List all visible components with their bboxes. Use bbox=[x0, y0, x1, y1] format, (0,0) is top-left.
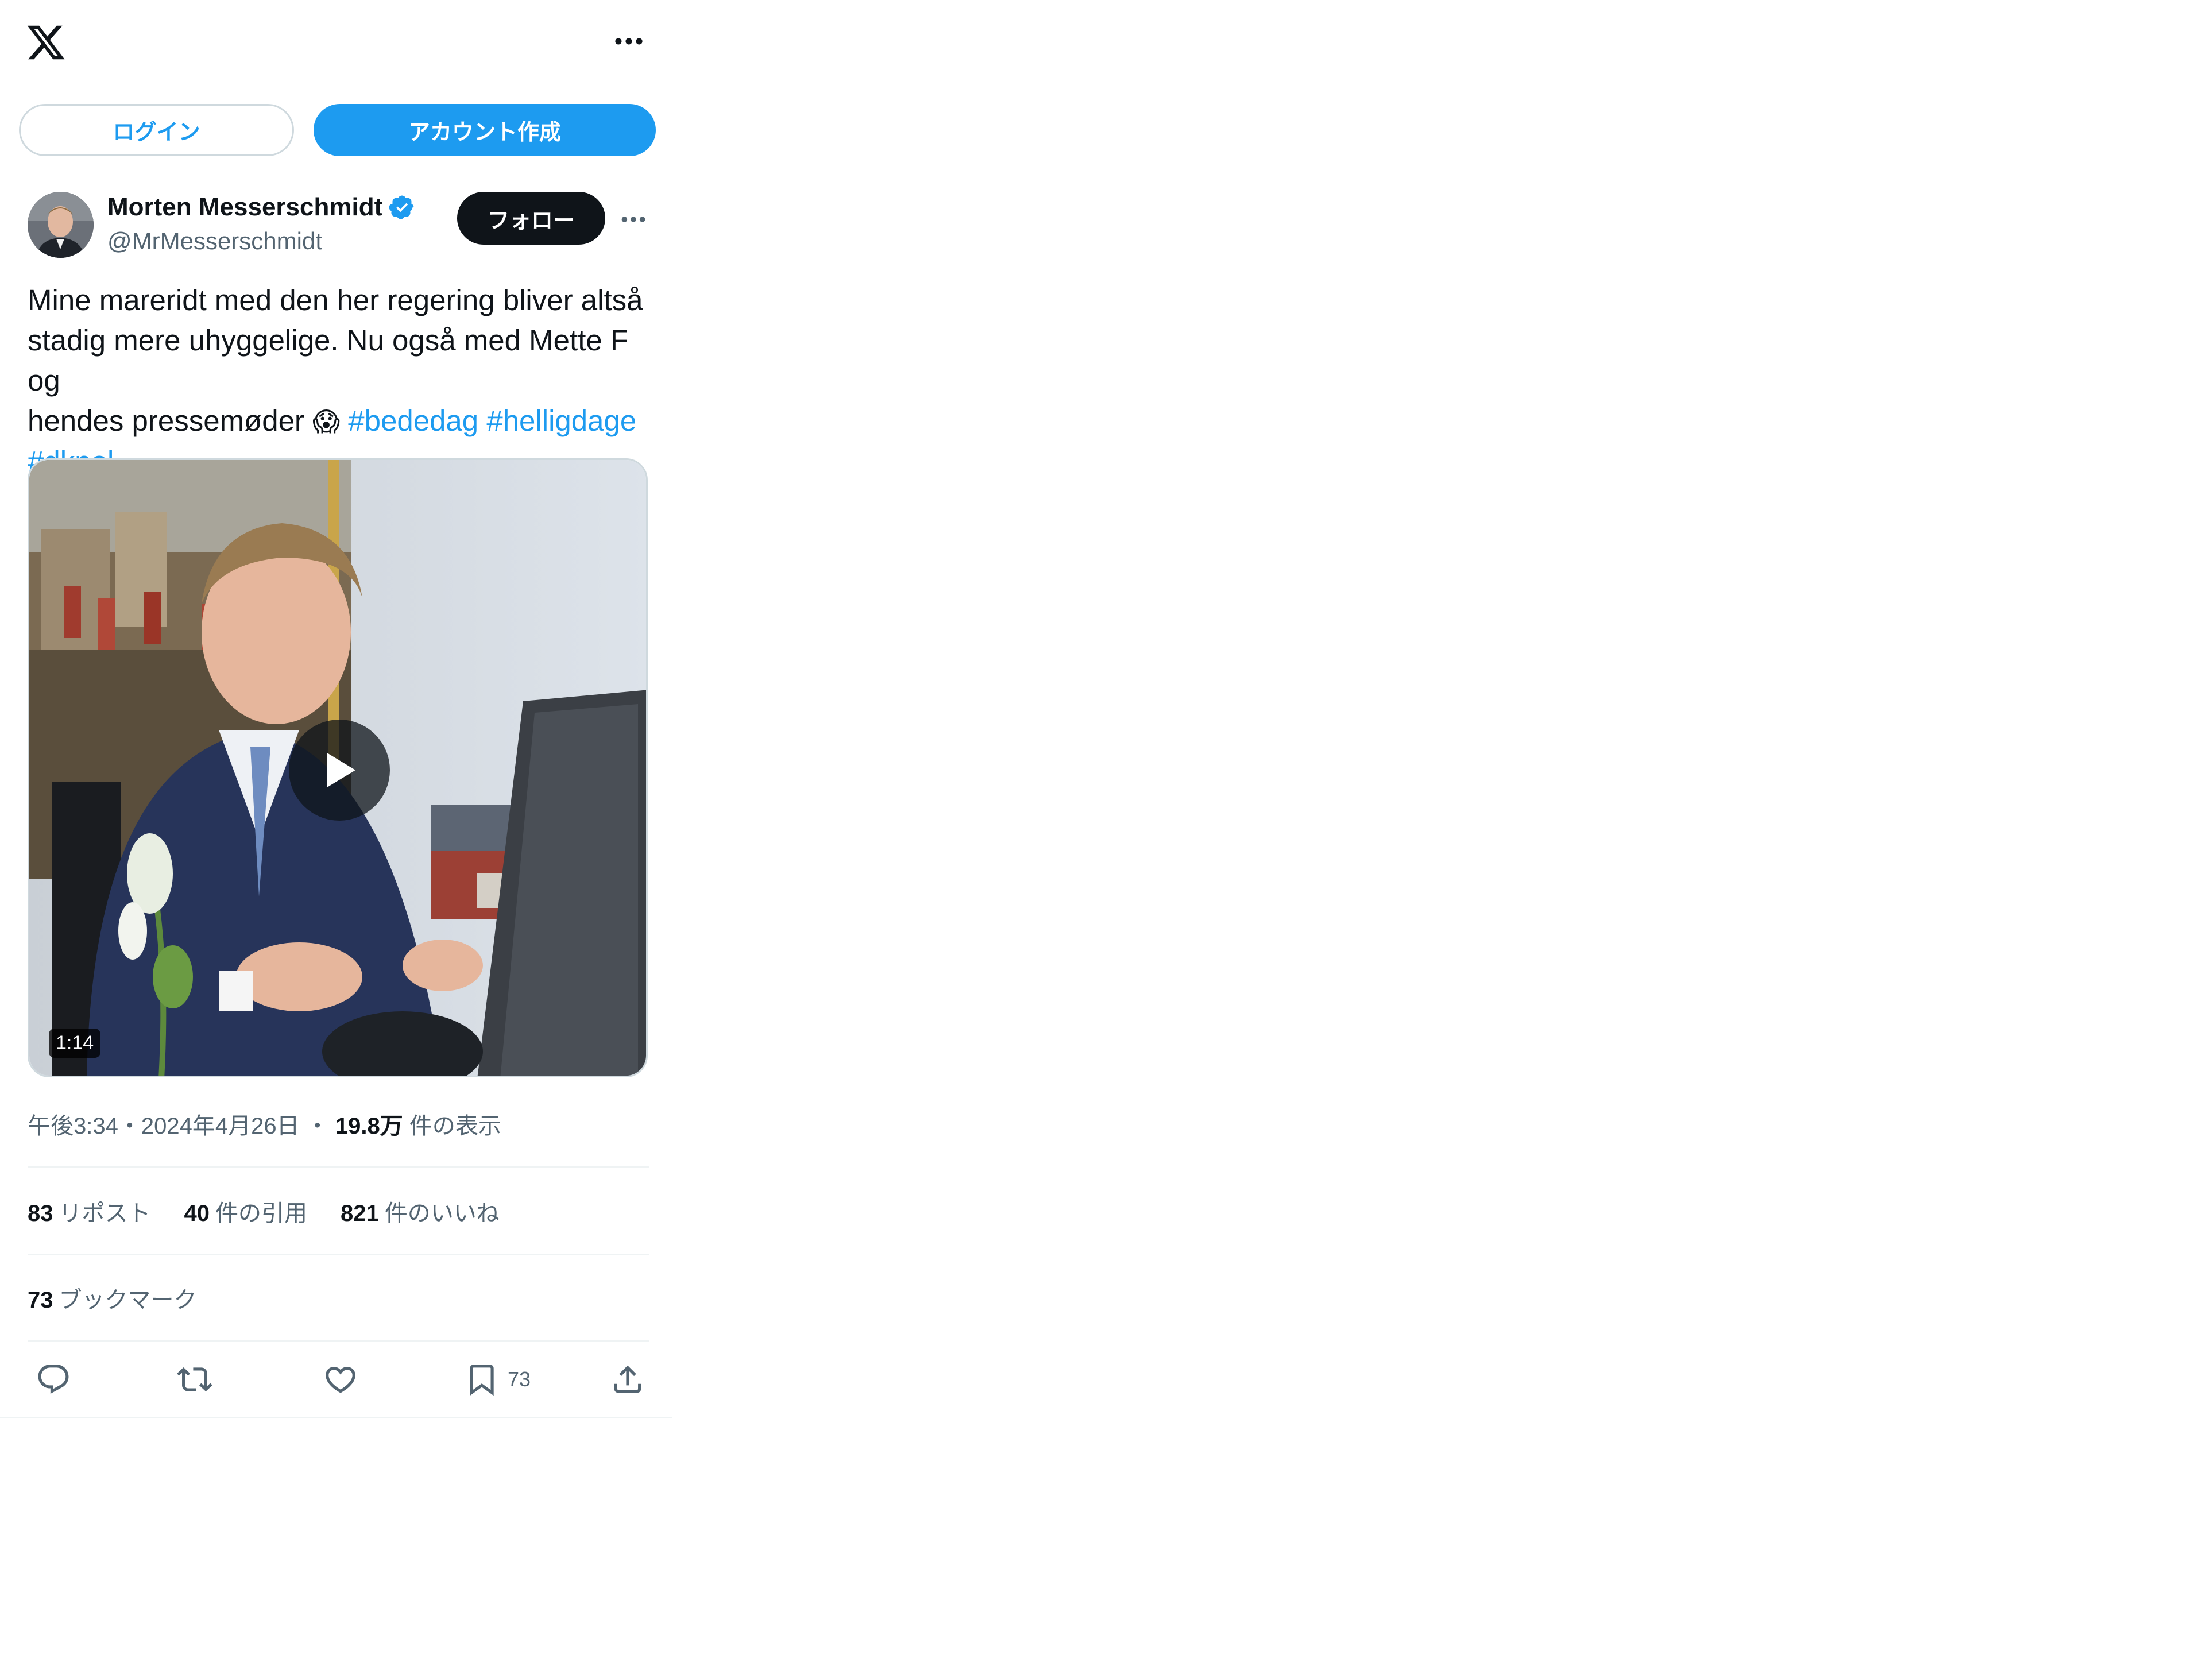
share-button[interactable] bbox=[610, 1360, 645, 1399]
bookmarks-label: ブックマーク bbox=[59, 1288, 197, 1313]
bookmark-icon bbox=[470, 1365, 494, 1396]
play-icon bbox=[327, 753, 355, 787]
bookmarks-count: 73 bbox=[28, 1288, 53, 1313]
reply-button[interactable] bbox=[36, 1360, 71, 1399]
tweet-text-line: Mine mareridt med den her regering blive… bbox=[28, 284, 643, 316]
divider bbox=[28, 1166, 649, 1168]
share-icon bbox=[614, 1365, 641, 1393]
reposts-label: リポスト bbox=[59, 1201, 151, 1226]
bookmarks-stat[interactable]: 73 ブックマーク bbox=[28, 1281, 197, 1315]
reposts-count: 83 bbox=[28, 1201, 53, 1226]
quotes-stat[interactable]: 40 件の引用 bbox=[184, 1195, 308, 1228]
bookmark-button[interactable]: 73 bbox=[464, 1360, 531, 1399]
likes-count: 821 bbox=[341, 1201, 379, 1226]
bookmark-count: 73 bbox=[508, 1367, 531, 1391]
tweet-text-line: stadig mere uhyggelige. Nu også med Mett… bbox=[28, 324, 629, 397]
verified-badge-icon[interactable] bbox=[388, 194, 416, 221]
author-handle[interactable]: @MrMesserschmidt bbox=[107, 227, 322, 255]
scream-emoji-icon: 😱 bbox=[312, 406, 341, 437]
play-button[interactable] bbox=[289, 720, 390, 821]
quotes-count: 40 bbox=[184, 1201, 210, 1226]
video-player[interactable]: 1:14 bbox=[28, 458, 648, 1077]
tweet-more-icon[interactable] bbox=[614, 208, 652, 231]
tweet-page: ログイン アカウント作成 Morten Messerschmidt @MrMes… bbox=[0, 0, 672, 1418]
repost-button[interactable] bbox=[177, 1360, 212, 1399]
more-horizontal-icon[interactable] bbox=[609, 30, 649, 53]
reposts-stat[interactable]: 83 リポスト bbox=[28, 1195, 151, 1228]
likes-stat[interactable]: 821 件のいいね bbox=[341, 1195, 500, 1228]
views-count: 19.8万 bbox=[335, 1114, 403, 1139]
avatar[interactable] bbox=[28, 192, 94, 258]
divider bbox=[28, 1340, 649, 1342]
hashtag-link[interactable]: #helligdage bbox=[486, 404, 636, 437]
tweet-date[interactable]: 2024年4月26日 bbox=[141, 1114, 300, 1139]
tweet-text: Mine mareridt med den her regering blive… bbox=[28, 280, 653, 482]
reply-icon bbox=[38, 1365, 69, 1394]
repost-icon bbox=[177, 1367, 212, 1391]
meta-separator: ・ bbox=[118, 1114, 141, 1139]
create-account-button[interactable]: アカウント作成 bbox=[314, 104, 656, 156]
tweet-meta: 午後3:34・2024年4月26日 ・ 19.8万 件の表示 bbox=[28, 1107, 501, 1141]
video-duration: 1:14 bbox=[49, 1029, 101, 1058]
engagement-stats: 83 リポスト 40 件の引用 821 件のいいね bbox=[28, 1195, 500, 1228]
hashtag-link[interactable]: #bededag bbox=[348, 404, 478, 437]
tweet-time[interactable]: 午後3:34 bbox=[28, 1114, 118, 1139]
quotes-label: 件の引用 bbox=[215, 1201, 307, 1226]
like-button[interactable] bbox=[323, 1360, 358, 1399]
author-name-text[interactable]: Morten Messerschmidt bbox=[107, 193, 382, 222]
follow-button[interactable]: フォロー bbox=[457, 192, 605, 245]
login-button[interactable]: ログイン bbox=[19, 104, 294, 156]
views-label: 件の表示 bbox=[409, 1114, 501, 1139]
divider bbox=[28, 1254, 649, 1255]
meta-dot: ・ bbox=[305, 1114, 329, 1139]
likes-label: 件のいいね bbox=[384, 1201, 500, 1226]
tweet-text-line: hendes pressemøder bbox=[28, 404, 313, 437]
heart-icon bbox=[326, 1367, 355, 1393]
author-name[interactable]: Morten Messerschmidt bbox=[107, 193, 416, 222]
x-logo-icon[interactable] bbox=[25, 22, 67, 63]
